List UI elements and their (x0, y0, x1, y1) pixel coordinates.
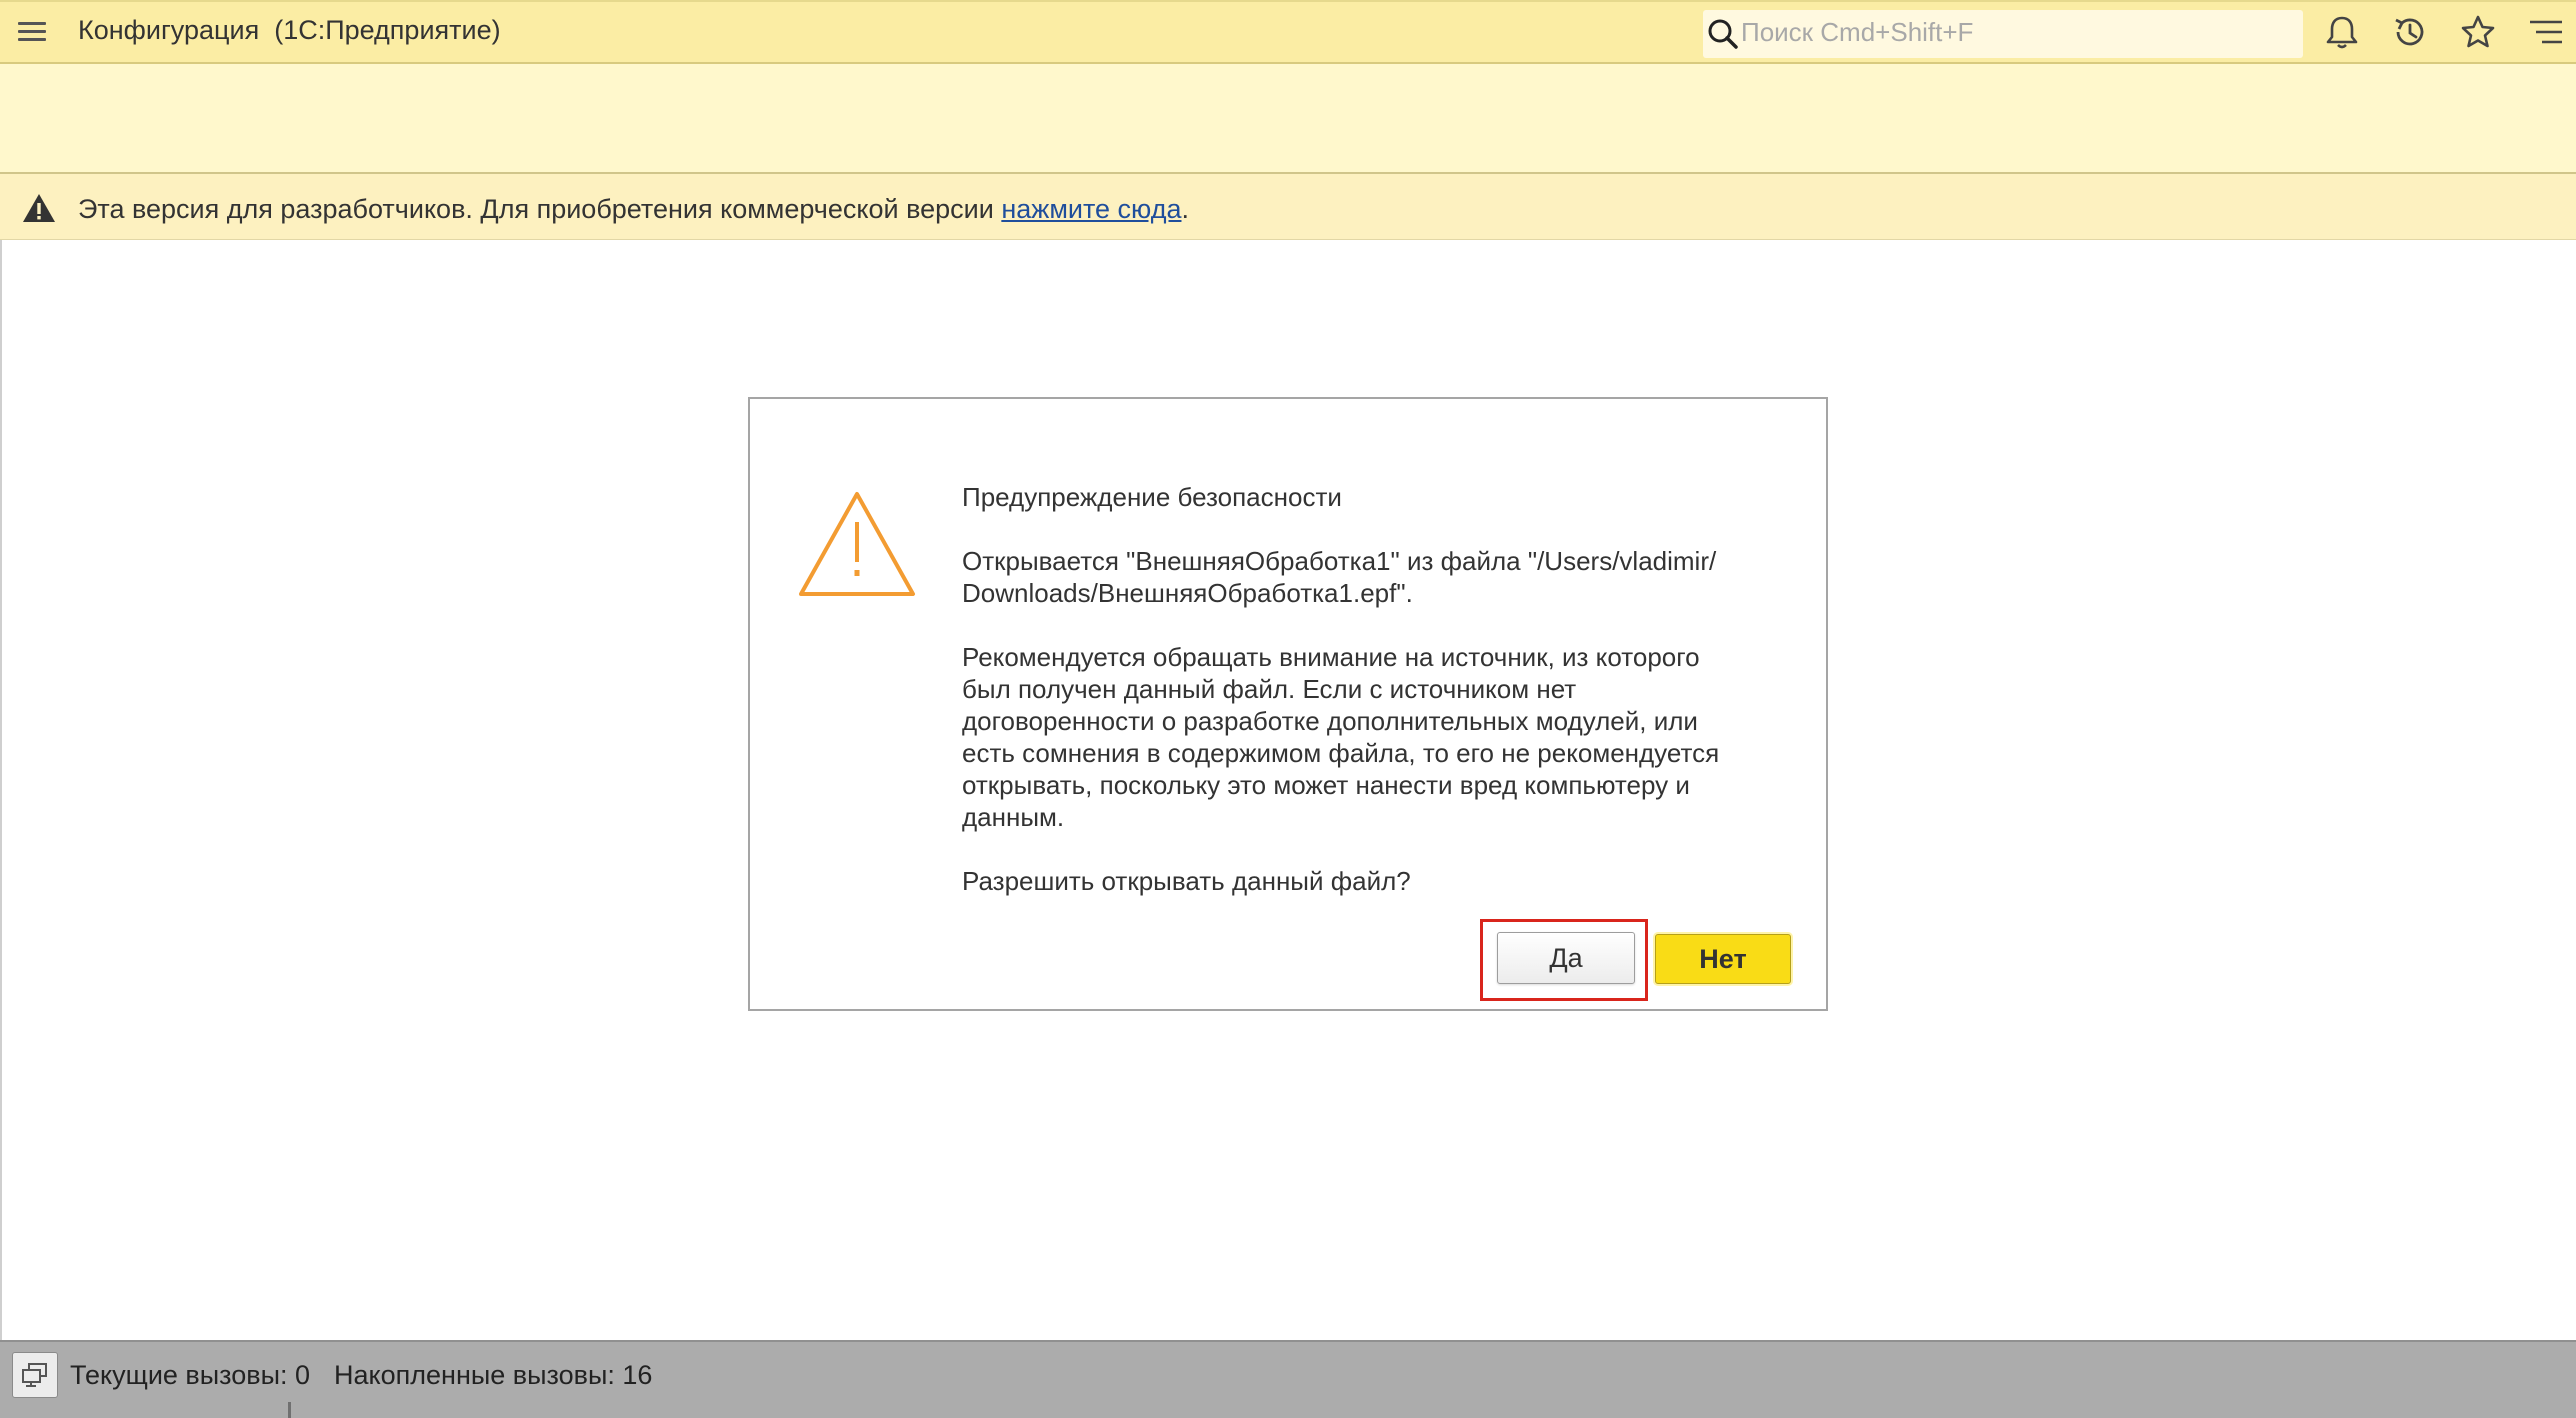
dialog-question: Разрешить открывать данный файл? (962, 866, 1411, 896)
dialog-body-line: данным. (962, 802, 1065, 832)
warning-triangle-icon (799, 492, 915, 596)
status-divider (288, 1402, 291, 1418)
history-icon[interactable] (2390, 12, 2430, 52)
menu-lines-icon[interactable] (2526, 12, 2566, 52)
current-calls: Текущие вызовы: 0 (70, 1360, 311, 1390)
dialog-body-line: договоренности о разработке дополнительн… (962, 706, 1698, 736)
file-path-line: Открывается "ВнешняяОбработка1" из файла… (962, 546, 1717, 576)
dialog-title: Предупреждение безопасности (962, 482, 1342, 512)
search-icon[interactable] (1705, 15, 1741, 51)
search-placeholder[interactable]: Поиск Cmd+Shift+F (1741, 17, 1973, 48)
warning-icon (23, 194, 55, 222)
banner-message: Эта версия для разработчиков. Для приобр… (78, 194, 1002, 224)
star-icon[interactable] (2458, 12, 2498, 52)
status-button[interactable] (12, 1352, 58, 1398)
banner-suffix: . (1181, 194, 1189, 224)
bell-icon[interactable] (2322, 12, 2362, 52)
app-title: Конфигурация (1С:Предприятие) (78, 15, 501, 45)
no-button[interactable]: Нет (1655, 934, 1791, 984)
monitor-icon (22, 1363, 47, 1387)
commands-panel (0, 64, 2576, 174)
dialog-body-line: есть сомнения в содержимом файла, то его… (962, 738, 1720, 768)
accumulated-calls: Накопленные вызовы: 16 (334, 1360, 653, 1390)
dialog-body-line: Рекомендуется обращать внимание на источ… (962, 642, 1700, 672)
menu-icon[interactable] (14, 16, 50, 48)
banner-text: Эта версия для разработчиков. Для приобр… (78, 194, 1189, 225)
dialog-body-line: открывать, поскольку это может нанести в… (962, 770, 1690, 800)
buy-link[interactable]: нажмите сюда (1001, 194, 1181, 224)
dialog-body-line: был получен данный файл. Если с источник… (962, 674, 1577, 704)
yes-button[interactable]: Да (1497, 932, 1635, 984)
file-path-line: Downloads/ВнешняяОбработка1.epf". (962, 578, 1413, 608)
